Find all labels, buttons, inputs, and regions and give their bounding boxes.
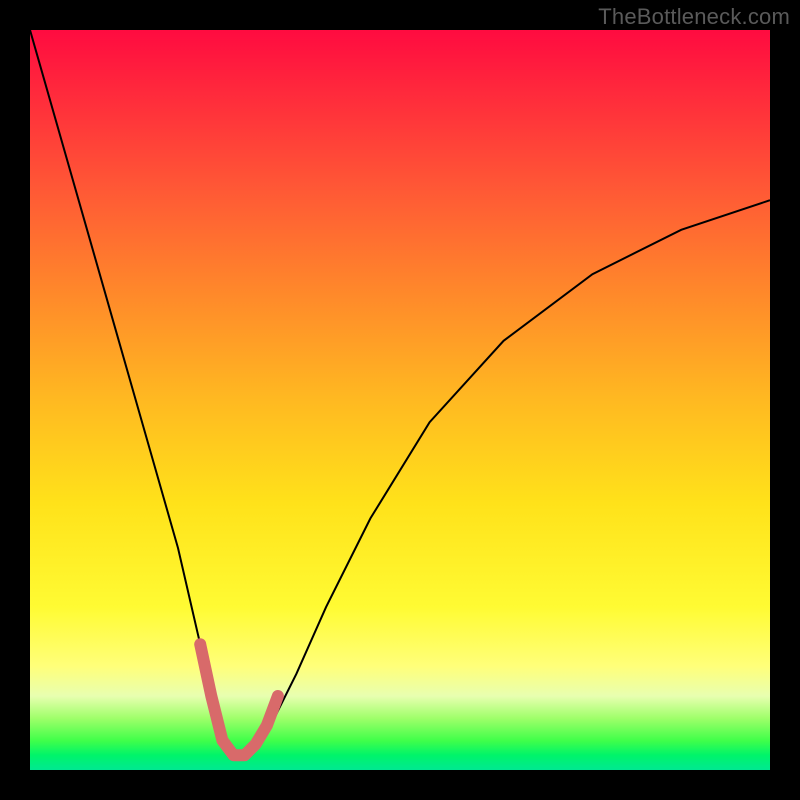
- chart-svg: [30, 30, 770, 770]
- plot-area: [30, 30, 770, 770]
- series-valley-marker: [200, 644, 278, 755]
- series-bottleneck-curve: [30, 30, 770, 755]
- chart-frame: TheBottleneck.com: [0, 0, 800, 800]
- attribution-text: TheBottleneck.com: [598, 4, 790, 30]
